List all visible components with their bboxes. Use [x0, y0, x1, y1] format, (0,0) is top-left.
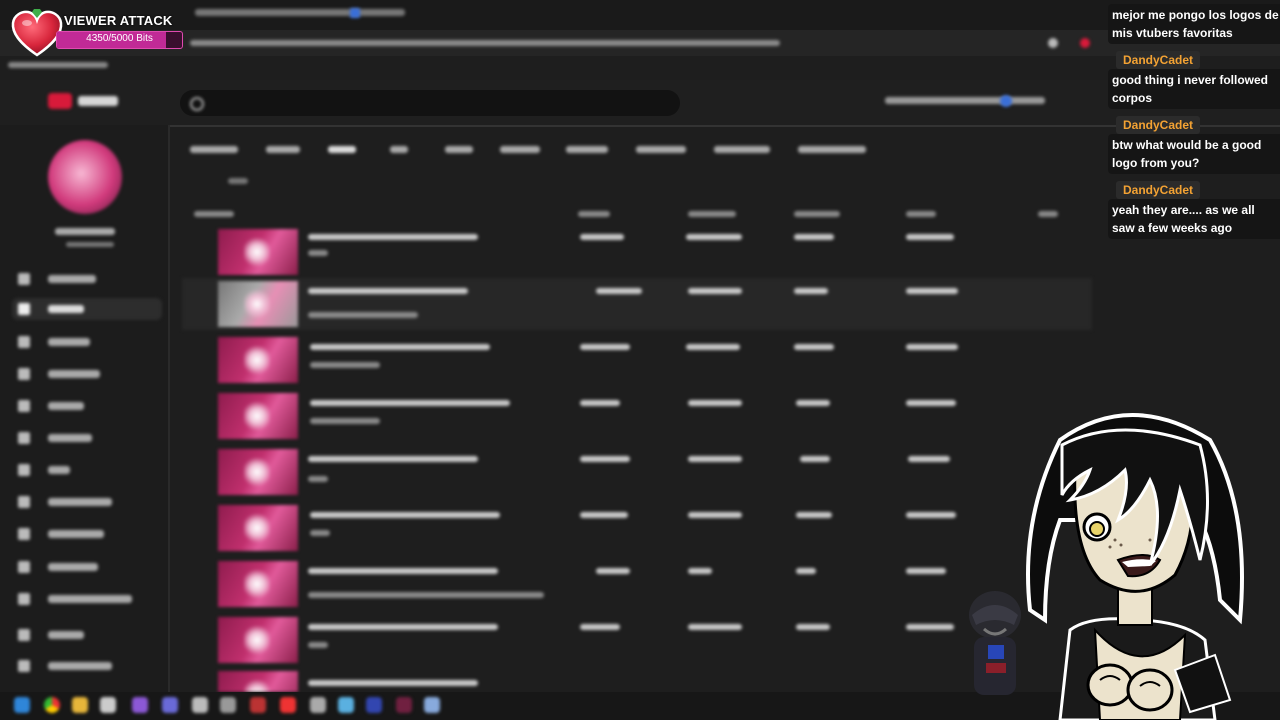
- video-thumbnail[interactable]: [218, 229, 298, 275]
- chat-message-text: btw what would be a good logo from you?: [1112, 138, 1262, 170]
- overlay-title: VIEWER ATTACK: [64, 13, 173, 28]
- chat-message: mejor me pongo los logos de mis vtubers …: [1108, 4, 1280, 44]
- sidebar-item[interactable]: [12, 331, 162, 353]
- sidebar-icon: [18, 593, 30, 605]
- chat-message-text: mejor me pongo los logos de mis vtubers …: [1112, 8, 1279, 40]
- chat-message-text: yeah they are.... as we all saw a few we…: [1112, 203, 1255, 235]
- chrome-icon[interactable]: [44, 697, 60, 713]
- table-row[interactable]: [182, 502, 1092, 554]
- sidebar-icon: [18, 629, 30, 641]
- sidebar-item[interactable]: [12, 624, 162, 646]
- app-icon[interactable]: [250, 697, 266, 713]
- sidebar-icon: [18, 464, 30, 476]
- vtuber-avatar: [1026, 413, 1244, 720]
- sidebar-item[interactable]: [12, 459, 162, 481]
- search-icon: [190, 97, 204, 111]
- sidebar-item[interactable]: [12, 523, 162, 545]
- sidebar-icon: [18, 400, 30, 412]
- sidebar-icon: [18, 368, 30, 380]
- bits-progress-bar: 4350/5000 Bits: [56, 31, 183, 49]
- site-logo-text: [78, 96, 118, 106]
- search-input[interactable]: [180, 90, 680, 116]
- channel-name: [55, 228, 115, 235]
- chat-message-text: good thing i never followed corpos: [1112, 73, 1268, 105]
- chat-message: yeah they are.... as we all saw a few we…: [1108, 199, 1280, 239]
- table-row[interactable]: [182, 334, 1092, 386]
- folder-icon[interactable]: [72, 697, 88, 713]
- bits-progress-text: 4350/5000 Bits: [86, 33, 153, 44]
- chat-message: good thing i never followed corpos: [1108, 69, 1280, 109]
- chat-username: DandyCadet: [1116, 181, 1201, 199]
- video-thumbnail[interactable]: [218, 617, 298, 663]
- sidebar-item[interactable]: [12, 655, 162, 677]
- site-logo-icon[interactable]: [48, 93, 72, 109]
- app-icon[interactable]: [162, 697, 178, 713]
- app-icon[interactable]: [424, 697, 440, 713]
- sidebar-icon: [18, 432, 30, 444]
- sidebar-item[interactable]: [12, 556, 162, 578]
- channel-avatar[interactable]: [48, 140, 122, 214]
- browser-tab-strip[interactable]: [0, 0, 1280, 30]
- chat-username: DandyCadet: [1116, 116, 1201, 134]
- header-actions[interactable]: [885, 97, 1045, 104]
- app-icon[interactable]: [14, 697, 30, 713]
- sidebar-icon: [18, 273, 30, 285]
- sidebar-item-selected[interactable]: [12, 298, 162, 320]
- app-icon[interactable]: [366, 697, 382, 713]
- video-thumbnail[interactable]: [218, 671, 298, 692]
- sidebar-item[interactable]: [12, 268, 162, 290]
- app-icon[interactable]: [310, 697, 326, 713]
- app-icon[interactable]: [280, 697, 296, 713]
- chat-username: DandyCadet: [1116, 51, 1201, 69]
- app-icon[interactable]: [132, 697, 148, 713]
- sidebar-item[interactable]: [12, 395, 162, 417]
- sidebar-item[interactable]: [12, 588, 162, 610]
- video-thumbnail[interactable]: [218, 393, 298, 439]
- sidebar-icon: [18, 336, 30, 348]
- table-row[interactable]: [182, 278, 1092, 330]
- table-row[interactable]: [182, 390, 1092, 442]
- app-icon[interactable]: [100, 697, 116, 713]
- video-thumbnail[interactable]: [218, 281, 298, 327]
- sidebar-icon: [18, 561, 30, 573]
- sidebar-icon: [18, 303, 30, 315]
- video-thumbnail[interactable]: [218, 561, 298, 607]
- sidebar-item[interactable]: [12, 427, 162, 449]
- sidebar-item[interactable]: [12, 363, 162, 385]
- video-thumbnail[interactable]: [218, 449, 298, 495]
- app-icon[interactable]: [396, 697, 412, 713]
- app-icon[interactable]: [192, 697, 208, 713]
- sidebar-icon: [18, 496, 30, 508]
- table-row[interactable]: [182, 226, 1092, 278]
- video-thumbnail[interactable]: [218, 337, 298, 383]
- address-bar[interactable]: [0, 30, 1280, 56]
- sidebar-item[interactable]: [12, 491, 162, 513]
- app-icon[interactable]: [220, 697, 236, 713]
- app-icon[interactable]: [338, 697, 354, 713]
- sidebar-icon: [18, 660, 30, 672]
- chat-message: btw what would be a good logo from you?: [1108, 134, 1280, 174]
- video-thumbnail[interactable]: [218, 505, 298, 551]
- sidebar-icon: [18, 528, 30, 540]
- header-avatar[interactable]: [1000, 95, 1012, 107]
- table-row[interactable]: [182, 446, 1092, 498]
